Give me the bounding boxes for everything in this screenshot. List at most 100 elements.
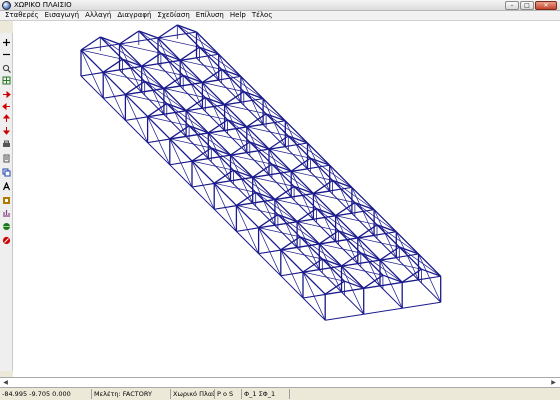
scroll-left-icon[interactable]: ◀ (1, 378, 10, 387)
minus-icon[interactable] (1, 49, 11, 59)
print-icon[interactable] (1, 139, 11, 149)
frame-member (102, 97, 126, 121)
frame-member (186, 110, 228, 121)
frame-member (191, 160, 234, 171)
frame-member (379, 259, 403, 283)
frame-member (310, 157, 353, 188)
frame-member (363, 307, 403, 315)
frame-member (280, 249, 323, 260)
frame-member (313, 219, 336, 242)
frame-member (302, 297, 326, 321)
frame-member (329, 190, 353, 214)
frame-member (230, 154, 272, 165)
frame-member (379, 285, 403, 309)
maximize-button[interactable]: □ (520, 1, 534, 10)
frame-member (191, 186, 215, 210)
palette-icon[interactable] (1, 195, 11, 205)
frame-member (236, 231, 259, 254)
frame-member (102, 71, 126, 95)
frame-member (141, 65, 184, 76)
arrow-left-icon[interactable] (1, 101, 11, 111)
frame-member (224, 130, 248, 154)
menu-item-constants[interactable]: Σταθερές (2, 11, 42, 20)
frame-member (179, 85, 203, 109)
frame-member (290, 196, 314, 220)
horizontal-scrollbar[interactable]: ◀ ▶ (0, 377, 560, 388)
frame-member (302, 271, 345, 282)
frame-member (103, 71, 145, 82)
frame-member (335, 241, 359, 265)
frame-member (258, 227, 282, 251)
frame-member (252, 202, 276, 226)
frame-member (265, 113, 308, 144)
frame-member (351, 213, 375, 236)
frame-member (147, 142, 171, 166)
frame-member (80, 49, 123, 60)
frame-member (103, 94, 126, 99)
arrow-down-icon[interactable] (1, 125, 11, 135)
frame-member (373, 235, 397, 259)
plus-icon[interactable] (1, 37, 11, 47)
status-phi: Φ_1 ΣΦ_1 (242, 389, 290, 399)
frame-member (252, 176, 295, 187)
scroll-right-icon[interactable]: ▶ (549, 378, 558, 387)
arrow-right-icon[interactable] (1, 89, 11, 99)
frame-member (202, 108, 225, 131)
frame-member (402, 301, 441, 309)
grid-icon[interactable] (1, 75, 11, 85)
frame-member (268, 148, 311, 159)
frame-member (307, 168, 331, 192)
close-button[interactable]: ✕ (535, 1, 557, 10)
menu-item-draw[interactable]: Σχεδίαση (154, 11, 192, 20)
arrow-up-icon[interactable] (1, 113, 11, 123)
frame-member (280, 249, 304, 273)
stop-icon[interactable] (1, 235, 11, 245)
frame-member (290, 170, 314, 194)
menu-item-end[interactable]: Τέλος (249, 11, 276, 20)
menu-item-help[interactable]: Help (227, 11, 249, 20)
frame-member (180, 59, 222, 70)
frame-member (214, 182, 256, 193)
zoom-icon[interactable] (1, 63, 11, 73)
globe-icon[interactable] (1, 221, 11, 231)
frame-member (332, 180, 375, 210)
frame-member (373, 209, 397, 233)
app-icon[interactable] (2, 1, 11, 10)
frame-member (274, 199, 317, 209)
frame-member (280, 271, 304, 277)
menu-item-solve[interactable]: Επίλυση (193, 11, 227, 20)
frame-member (80, 49, 104, 73)
page-icon[interactable] (1, 153, 11, 163)
frame-member (125, 94, 167, 104)
frame-member (240, 75, 264, 100)
frame-member (258, 253, 282, 277)
copy-icon[interactable] (1, 167, 11, 177)
menu-item-insert[interactable]: Εισαγωγή (42, 11, 82, 20)
frame-member (185, 136, 209, 160)
frame-member (196, 57, 220, 81)
frame-member (235, 204, 260, 229)
frame-member (288, 135, 330, 166)
frame-member (157, 37, 181, 61)
space-frame-model (80, 24, 442, 321)
frame-member (236, 227, 259, 232)
frame-member (196, 31, 220, 55)
frame-member (224, 104, 267, 115)
frame-member (199, 46, 242, 77)
title-bar: ΧΩΡΙΚΟ ΠΛΑΙΣΙΟ – □ ✕ (0, 0, 560, 11)
menu-item-change[interactable]: Αλλαγή (82, 11, 114, 20)
frame-member (418, 253, 442, 277)
drawing-canvas[interactable] (13, 21, 560, 377)
text-a-icon[interactable] (1, 181, 11, 191)
frame-member (296, 221, 320, 245)
frame-member (325, 313, 364, 321)
frame-member (177, 24, 219, 55)
chart-icon[interactable] (1, 207, 11, 217)
frame-member (268, 174, 292, 198)
frame-member (240, 102, 264, 125)
frame-member (307, 142, 331, 166)
frame-member (125, 116, 148, 121)
menu-item-delete[interactable]: Διαγραφή (114, 11, 154, 20)
frame-member (163, 87, 187, 112)
minimize-button[interactable]: – (505, 1, 519, 10)
